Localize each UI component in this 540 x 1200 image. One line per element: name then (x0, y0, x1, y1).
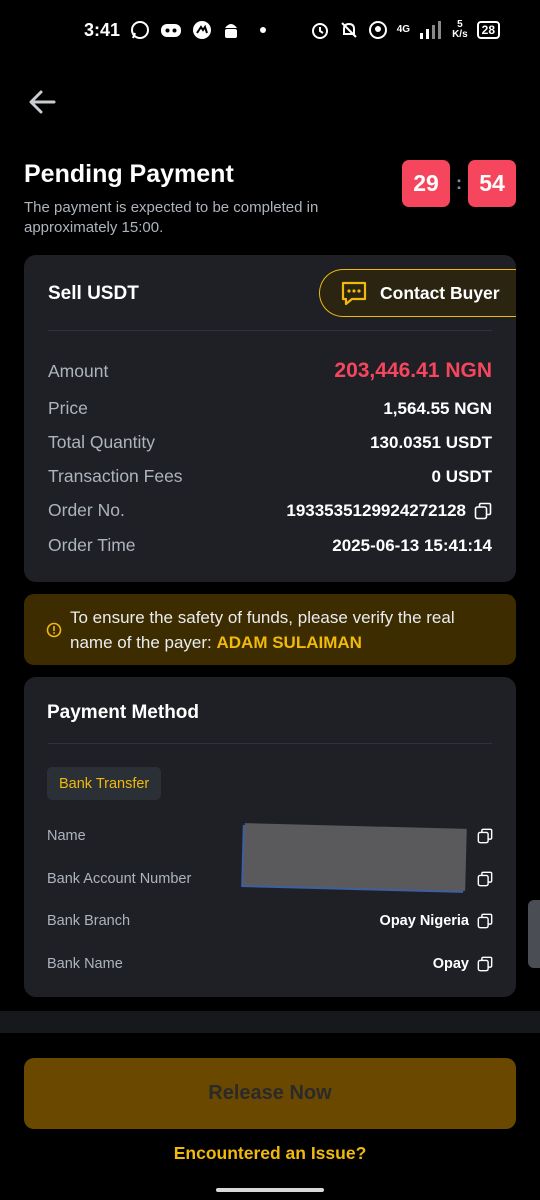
price-row: Price 1,564.55 NGN (48, 398, 492, 419)
whatsapp-icon (131, 21, 150, 39)
order-details-card: Sell USDT Contact Buyer Amount 203,446.4… (24, 255, 516, 582)
total-quantity-row: Total Quantity 130.0351 USDT (48, 432, 492, 453)
timer-seconds: 54 (468, 160, 516, 207)
payment-method-card: Payment Method Bank Transfer Name Bank A… (24, 677, 516, 997)
arrow-left-icon (29, 90, 56, 114)
order-number-label: Order No. (48, 500, 125, 520)
scrollbar-handle[interactable] (528, 900, 540, 968)
back-button[interactable] (26, 86, 58, 118)
transaction-fees-label: Transaction Fees (48, 466, 183, 486)
price-value: 1,564.55 NGN (383, 398, 492, 418)
android-icon (225, 24, 238, 38)
network-type: 4G (396, 24, 411, 35)
total-quantity-value: 130.0351 USDT (370, 432, 492, 452)
order-time-row: Order Time 2025-06-13 15:41:14 (48, 535, 492, 556)
amount-label: Amount (48, 360, 109, 381)
payment-method-tag[interactable]: Bank Transfer (47, 767, 162, 800)
bank-branch-row: Bank Branch Opay Nigeria (47, 913, 493, 929)
bank-account-number-value (469, 871, 493, 887)
divider (48, 743, 492, 744)
order-number-value: 1933535129924272128 (286, 501, 492, 521)
timer-minutes: 29 (402, 160, 450, 207)
notification-dot (260, 27, 267, 33)
payment-method-title: Payment Method (47, 702, 200, 723)
transaction-fees-value: 0 USDT (431, 466, 492, 486)
release-now-button[interactable]: Release Now (24, 1058, 516, 1129)
contact-buyer-button[interactable]: Contact Buyer (319, 269, 516, 317)
price-label: Price (48, 398, 88, 418)
battery-icon: 28 (476, 21, 500, 39)
divider (48, 330, 492, 331)
contact-buyer-label: Contact Buyer (380, 282, 500, 303)
encountered-issue-link[interactable]: Encountered an Issue? (0, 1143, 540, 1164)
verify-payer-notice: To ensure the safety of funds, please ve… (24, 594, 516, 665)
bank-name-value: Opay (433, 956, 493, 972)
discord-icon (161, 24, 182, 37)
copy-icon[interactable] (477, 913, 493, 929)
hotspot-icon (368, 21, 387, 39)
bank-name-label: Bank Name (47, 956, 123, 972)
status-time: 3:41 (84, 19, 121, 40)
redaction-overlay (243, 823, 467, 891)
payee-name-value (469, 828, 493, 844)
copy-icon[interactable] (477, 828, 493, 844)
page-subtitle: The payment is expected to be completed … (24, 199, 319, 236)
countdown-timer: 29 : 54 (402, 160, 516, 207)
info-icon (46, 622, 62, 638)
alarm-icon (311, 23, 328, 39)
page-title: Pending Payment (24, 160, 234, 188)
chat-icon (341, 281, 367, 306)
status-bar: 3:41 4G 5 K/s 28 (0, 0, 540, 60)
app-icon (193, 21, 212, 39)
signal-icon (420, 21, 442, 39)
amount-row: Amount 203,446.41 NGN (48, 359, 492, 383)
timer-separator: : (456, 173, 462, 193)
bank-name-row: Bank Name Opay (47, 956, 493, 972)
bank-branch-value: Opay Nigeria (380, 913, 493, 929)
order-time-value: 2025-06-13 15:41:14 (332, 535, 492, 555)
amount-value: 203,446.41 NGN (334, 359, 492, 382)
order-title: Sell USDT (48, 283, 139, 304)
transaction-fees-row: Transaction Fees 0 USDT (48, 466, 492, 487)
order-time-label: Order Time (48, 535, 136, 555)
payer-name: ADAM SULAIMAN (216, 633, 362, 652)
home-indicator[interactable] (216, 1188, 324, 1192)
bank-branch-label: Bank Branch (47, 913, 131, 929)
net-speed: 5 K/s (452, 19, 468, 40)
order-number-row: Order No. 1933535129924272128 (48, 500, 492, 521)
copy-icon[interactable] (474, 502, 492, 520)
payee-name-label: Name (47, 828, 86, 844)
copy-icon[interactable] (477, 956, 493, 972)
copy-icon[interactable] (477, 871, 493, 887)
bank-account-number-label: Bank Account Number (47, 871, 192, 887)
bottom-divider-strip (0, 1011, 540, 1033)
mute-icon (341, 22, 357, 38)
total-quantity-label: Total Quantity (48, 432, 155, 452)
